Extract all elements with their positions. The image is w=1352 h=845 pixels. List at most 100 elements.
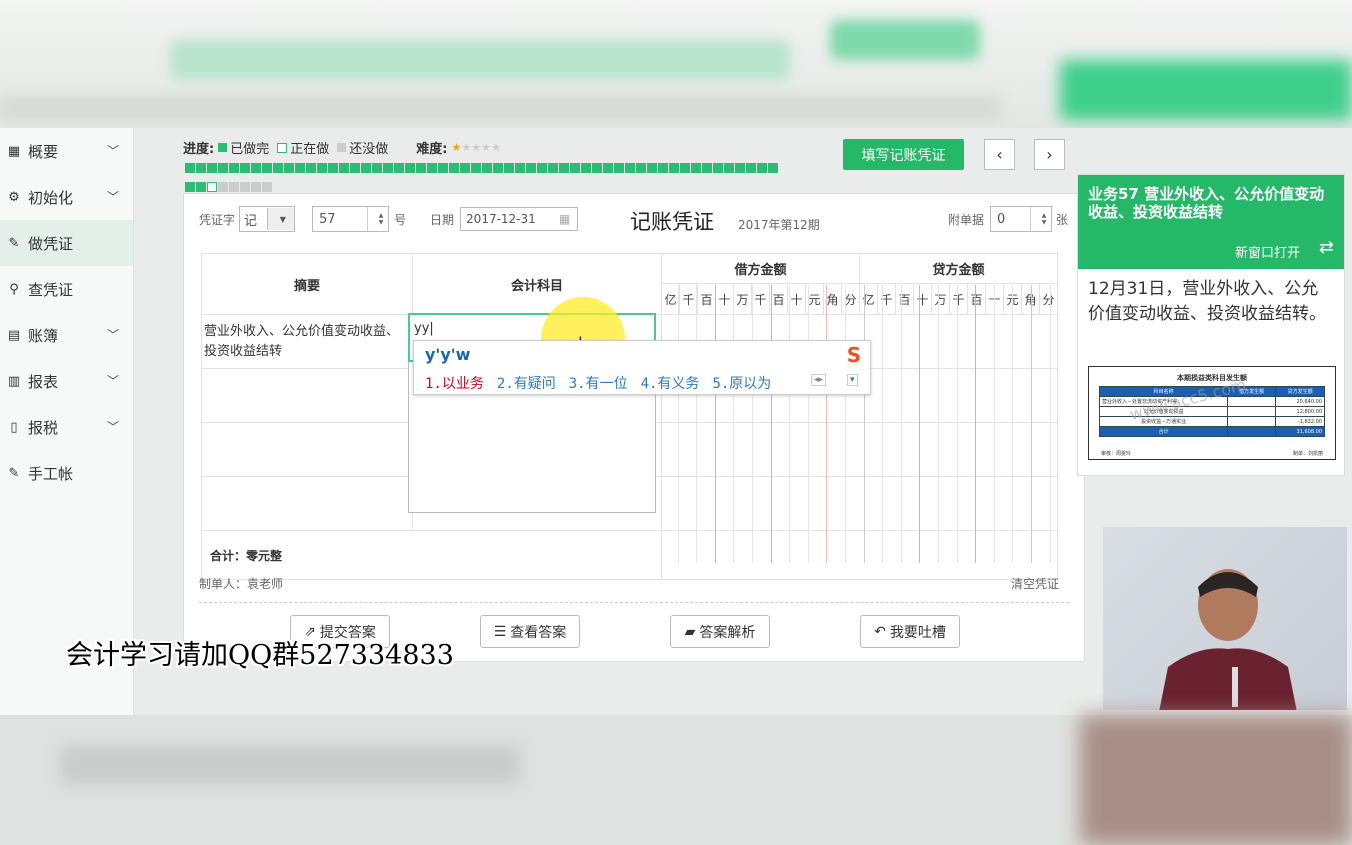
open-new-window-link[interactable]: 新窗口打开 <box>1235 242 1300 261</box>
progress-cell[interactable] <box>658 163 668 173</box>
progress-cell[interactable] <box>317 163 327 173</box>
progress-cell[interactable] <box>240 163 250 173</box>
ime-expand-icon[interactable]: ▾ <box>847 374 858 386</box>
progress-cell[interactable] <box>372 163 382 173</box>
progress-cell[interactable] <box>691 163 701 173</box>
voucher-number-input[interactable]: 57 ▲ ▼ <box>312 206 390 232</box>
summary-cell[interactable] <box>201 368 413 423</box>
spinner-icon[interactable]: ▲ ▼ <box>1030 207 1051 231</box>
summary-cell[interactable] <box>201 422 413 477</box>
progress-cell[interactable] <box>647 163 657 173</box>
view-answer-button[interactable]: ☰ 查看答案 <box>480 615 580 648</box>
progress-cell[interactable] <box>669 163 679 173</box>
complain-button[interactable]: ↶ 我要吐槽 <box>860 615 960 648</box>
progress-cell[interactable] <box>680 163 690 173</box>
sidebar-item-ledger[interactable]: ▤ 账簿 ﹀ <box>0 312 133 358</box>
progress-cell[interactable] <box>273 163 283 173</box>
progress-cell[interactable] <box>636 163 646 173</box>
progress-cell[interactable] <box>603 163 613 173</box>
progress-cell[interactable] <box>207 182 217 192</box>
progress-cell[interactable] <box>427 163 437 173</box>
progress-cell[interactable] <box>768 163 778 173</box>
attachment-input[interactable]: 0 ▲ ▼ <box>990 206 1053 232</box>
progress-cell[interactable] <box>713 163 723 173</box>
sidebar-item-tax[interactable]: ▯ 报税 ﹀ <box>0 404 133 450</box>
progress-cell[interactable] <box>625 163 635 173</box>
swap-icon[interactable]: ⇄ <box>1319 237 1334 258</box>
progress-cell[interactable] <box>735 163 745 173</box>
progress-cell[interactable] <box>570 163 580 173</box>
sidebar-item-manual[interactable]: ✎ 手工帐 <box>0 450 133 496</box>
progress-cell[interactable] <box>581 163 591 173</box>
spinner-icon[interactable]: ▲ ▼ <box>367 207 388 231</box>
progress-cell[interactable] <box>471 163 481 173</box>
progress-cell[interactable] <box>416 163 426 173</box>
progress-cell[interactable] <box>526 163 536 173</box>
progress-cell[interactable] <box>438 163 448 173</box>
progress-cell[interactable] <box>504 163 514 173</box>
progress-cell[interactable] <box>592 163 602 173</box>
progress-cell[interactable] <box>251 163 261 173</box>
progress-cell[interactable] <box>405 163 415 173</box>
progress-cell[interactable] <box>537 163 547 173</box>
progress-cell[interactable] <box>229 182 239 192</box>
progress-cell[interactable] <box>559 163 569 173</box>
progress-cell[interactable] <box>207 163 217 173</box>
ime-candidate[interactable]: 4.有义务 <box>641 373 700 393</box>
voucher-word-select[interactable]: 记 ▼ <box>239 206 296 232</box>
prev-button[interactable]: ‹ <box>984 139 1015 170</box>
progress-cell[interactable] <box>328 163 338 173</box>
summary-cell[interactable]: 营业外收入、公允价值变动收益、投资收益结转 <box>201 314 413 369</box>
sidebar-item-search-voucher[interactable]: ⚲ 查凭证 <box>0 266 133 312</box>
answer-analysis-button[interactable]: ▰ 答案解析 <box>670 615 770 648</box>
progress-cell[interactable] <box>493 163 503 173</box>
amount-cells[interactable] <box>661 422 1058 477</box>
progress-cell[interactable] <box>757 163 767 173</box>
task-attachment-image[interactable]: 本期损益类科目发生额 科目名称 借方发生额 贷方发生额 营业外收入－处置非流动资产利… <box>1088 366 1336 460</box>
progress-cell[interactable] <box>240 182 250 192</box>
progress-cell[interactable] <box>284 163 294 173</box>
progress-cell[interactable] <box>724 163 734 173</box>
sidebar-item-overview[interactable]: ▦ 概要 ﹀ <box>0 128 133 174</box>
ime-candidate[interactable]: 3.有一位 <box>569 373 628 393</box>
progress-cell[interactable] <box>185 163 195 173</box>
progress-cell[interactable] <box>262 163 272 173</box>
progress-cell[interactable] <box>196 182 206 192</box>
fill-voucher-button[interactable]: 填写记账凭证 <box>843 139 964 170</box>
ime-candidate[interactable]: 5.原以为 <box>712 373 771 393</box>
voucher-date-input[interactable]: 2017-12-31 ▦ <box>460 207 579 231</box>
amount-cells[interactable] <box>661 476 1058 531</box>
ime-candidate[interactable]: 1.以业务 <box>425 373 484 393</box>
progress-cell[interactable] <box>218 182 228 192</box>
progress-cell[interactable] <box>383 163 393 173</box>
clear-voucher-link[interactable]: 清空凭证 <box>1011 575 1059 592</box>
sidebar-item-make-voucher[interactable]: ✎ 做凭证 <box>0 220 133 266</box>
next-button[interactable]: › <box>1034 139 1065 170</box>
progress-cell[interactable] <box>482 163 492 173</box>
progress-cell[interactable] <box>339 163 349 173</box>
sidebar-item-report[interactable]: ▥ 报表 ﹀ <box>0 358 133 404</box>
progress-cell[interactable] <box>702 163 712 173</box>
progress-cell[interactable] <box>251 182 261 192</box>
progress-cell[interactable] <box>614 163 624 173</box>
progress-cell[interactable] <box>394 163 404 173</box>
sidebar-item-init[interactable]: ⚙ 初始化 ﹀ <box>0 174 133 220</box>
progress-cell[interactable] <box>229 163 239 173</box>
progress-cell[interactable] <box>196 163 206 173</box>
progress-cell[interactable] <box>350 163 360 173</box>
progress-cell[interactable] <box>306 163 316 173</box>
progress-cell[interactable] <box>262 182 272 192</box>
progress-cell[interactable] <box>460 163 470 173</box>
ime-page-nav-icon[interactable]: ◂▸ <box>811 374 827 386</box>
progress-cell[interactable] <box>449 163 459 173</box>
progress-cell[interactable] <box>185 182 195 192</box>
calendar-icon[interactable]: ▦ <box>559 212 577 226</box>
progress-cell[interactable] <box>361 163 371 173</box>
progress-cell[interactable] <box>548 163 558 173</box>
progress-cell[interactable] <box>515 163 525 173</box>
progress-cell[interactable] <box>746 163 756 173</box>
ime-candidate[interactable]: 2.有疑问 <box>497 373 556 393</box>
progress-cell[interactable] <box>218 163 228 173</box>
progress-cell[interactable] <box>295 163 305 173</box>
summary-cell[interactable] <box>201 476 413 531</box>
